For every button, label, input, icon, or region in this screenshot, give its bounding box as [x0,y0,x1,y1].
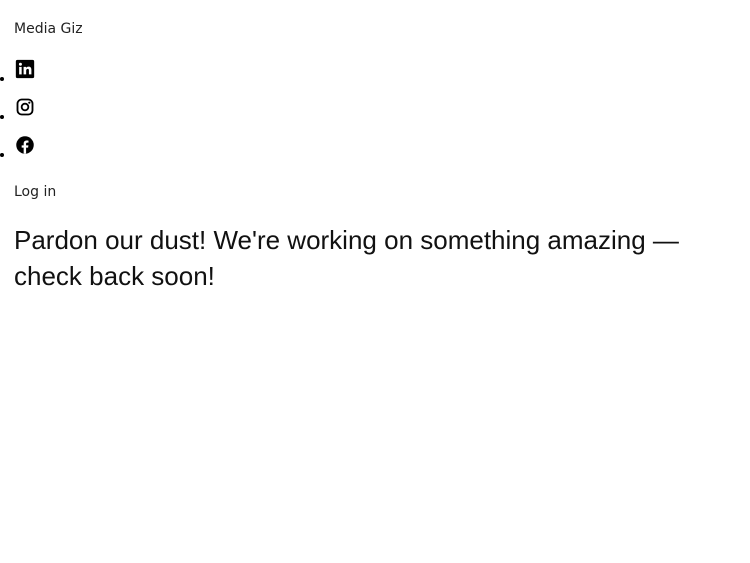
list-bullet [0,115,4,119]
facebook-link[interactable] [15,135,35,155]
social-item-linkedin [0,58,60,96]
site-title-link[interactable]: Media Giz [14,20,83,38]
social-item-instagram [0,96,60,134]
list-bullet [0,153,4,157]
login-link[interactable]: Log in [14,183,56,201]
instagram-icon [15,97,35,117]
instagram-link[interactable] [15,97,35,117]
facebook-icon [15,135,35,155]
list-bullet [0,77,4,81]
linkedin-icon [15,59,35,79]
linkedin-link[interactable] [15,59,35,79]
social-item-facebook [0,134,60,172]
social-links-list [0,58,60,172]
coming-soon-message: Pardon our dust! We're working on someth… [14,225,679,291]
